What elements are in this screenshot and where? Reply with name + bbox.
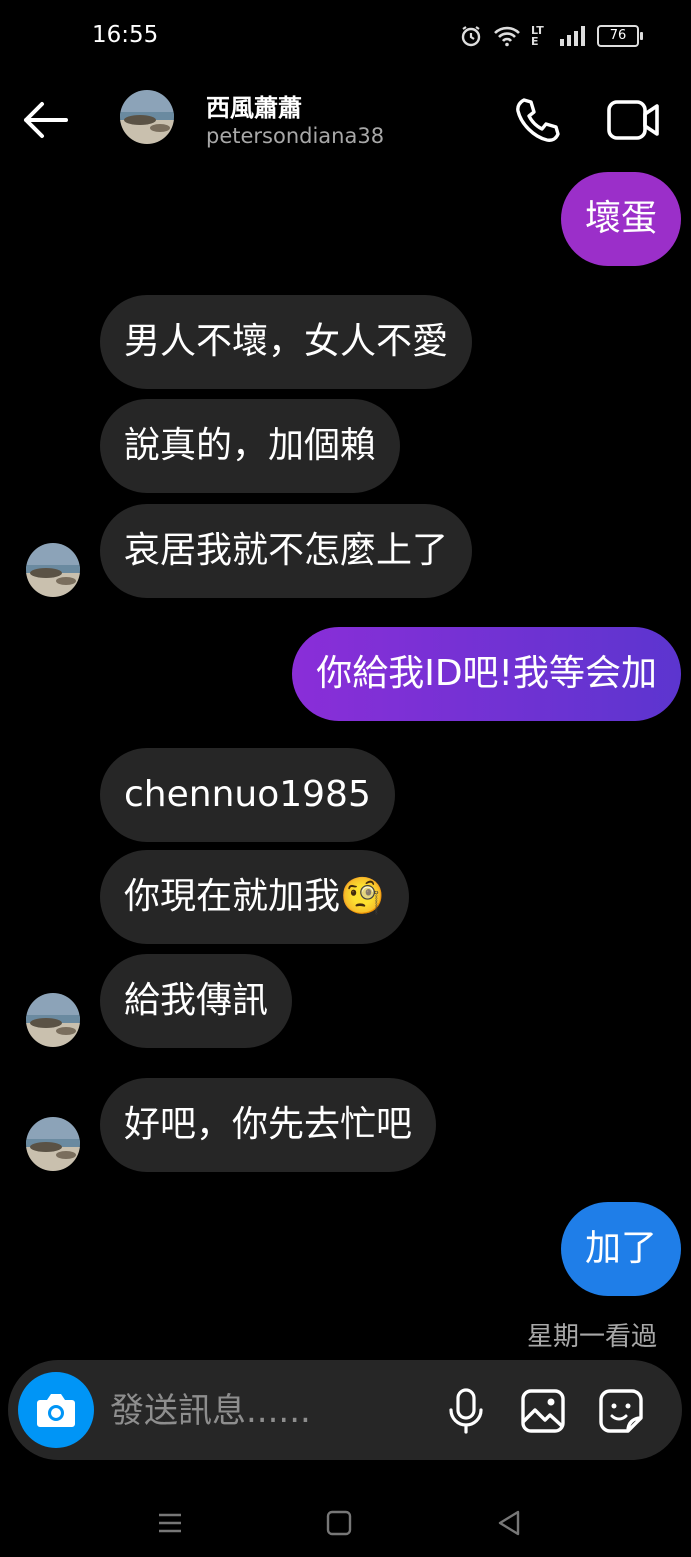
sticker-icon[interactable] [598,1388,644,1434]
incoming-message[interactable]: 說真的，加個賴 [100,399,401,493]
home-icon[interactable] [322,1506,356,1540]
monocle-face-emoji: 🧐 [340,876,385,917]
incoming-message[interactable]: 好吧，你先去忙吧 [100,1078,437,1172]
incoming-message[interactable]: 給我傳訊 [100,954,293,1048]
arrow-left-icon[interactable] [20,98,70,142]
camera-button[interactable] [18,1372,94,1448]
camera-icon [37,1394,75,1427]
outgoing-message[interactable]: 加了 [560,1202,681,1296]
outgoing-message[interactable]: 壞蛋 [560,172,681,266]
outgoing-message[interactable]: 你給我ID吧!我等会加 [292,627,681,721]
video-camera-icon[interactable] [606,94,662,146]
contact-username[interactable]: petersondiana38 [206,124,384,148]
incoming-message[interactable]: 你現在就加我🧐 [100,850,409,944]
system-icons: LTE 76 [459,24,643,48]
signal-icon [560,26,585,46]
incoming-message[interactable]: chennuo1985 [100,748,395,842]
avatar[interactable] [26,543,80,597]
contact-name[interactable]: 西風蕭蕭 [206,88,302,123]
system-nav-bar [0,1490,691,1557]
back-triangle-icon[interactable] [492,1506,526,1540]
avatar[interactable] [26,1117,80,1171]
message-text: 你現在就加我 [124,876,341,917]
chat-header: 西風蕭蕭 petersondiana38 [0,72,691,172]
message-input[interactable] [108,1382,412,1440]
image-icon[interactable] [520,1388,566,1434]
alarm-icon [461,26,481,47]
message-composer [8,1360,682,1460]
avatar[interactable] [26,993,80,1047]
menu-icon[interactable] [153,1506,187,1540]
incoming-message[interactable]: 男人不壞，女人不愛 [100,295,473,389]
seen-status: 星期一看過 [526,1322,657,1352]
incoming-message[interactable]: 哀居我就不怎麼上了 [100,504,473,598]
wifi-icon [494,26,520,47]
status-bar: 16:55 LTE 76 [0,0,691,72]
battery-indicator: 76 [597,25,643,47]
status-time: 16:55 [92,22,159,48]
phone-icon[interactable] [510,94,562,146]
network-type: LTE [531,24,544,48]
avatar[interactable] [120,90,174,144]
microphone-icon[interactable] [446,1388,486,1434]
